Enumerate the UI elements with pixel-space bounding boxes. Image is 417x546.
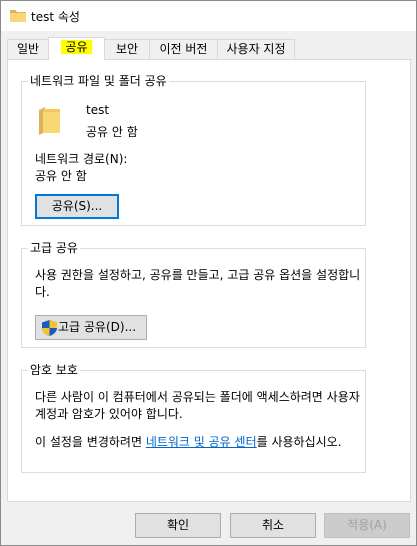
advanced-share-description-1: 사용 권한을 설정하고, 공유를 만들고, 고급 공유 옵션을 설정합니 (35, 268, 361, 282)
folder-icon (39, 107, 60, 135)
tab-sharing[interactable]: 공유 (48, 37, 105, 60)
network-share-group-title: 네트워크 파일 및 폴더 공유 (28, 73, 169, 89)
advanced-share-button[interactable]: 고급 공유(D)... (35, 315, 147, 340)
ok-button[interactable]: 확인 (135, 513, 221, 538)
apply-button[interactable]: 적용(A) (324, 513, 410, 538)
shield-icon (42, 320, 57, 336)
cancel-button[interactable]: 취소 (230, 513, 316, 538)
tab-general[interactable]: 일반 (7, 39, 49, 60)
advanced-share-button-label: 고급 공유(D)... (58, 320, 137, 334)
network-sharing-center-link[interactable]: 네트워크 및 공유 센터 (146, 435, 257, 449)
tab-sharing-label: 공유 (61, 40, 92, 54)
network-path-value: 공유 안 함 (35, 169, 87, 183)
network-path-label: 네트워크 경로(N): (35, 152, 128, 166)
title-bar[interactable]: test 속성 (1, 1, 416, 31)
advanced-share-description-2: 다. (35, 285, 50, 299)
tab-panel-sharing: 네트워크 파일 및 폴더 공유 test 공유 안 함 네트워크 경로(N): … (7, 59, 411, 502)
network-share-group: 네트워크 파일 및 폴더 공유 test 공유 안 함 네트워크 경로(N): … (21, 73, 366, 226)
password-protection-text-3: 이 설정을 변경하려면 네트워크 및 공유 센터를 사용하십시오. (35, 435, 342, 449)
share-button[interactable]: 공유(S)... (35, 194, 119, 219)
password-protection-text-2: 계정과 암호가 있어야 합니다. (35, 407, 183, 421)
properties-window: test 속성 일반 공유 보안 이전 버전 사용자 지정 네트워크 파일 및 … (0, 0, 417, 546)
tab-customize[interactable]: 사용자 지정 (217, 39, 295, 60)
password-protection-group-title: 암호 보호 (28, 362, 80, 378)
tab-previous-versions[interactable]: 이전 버전 (149, 39, 218, 60)
advanced-share-group: 고급 공유 사용 권한을 설정하고, 공유를 만들고, 고급 공유 옵션을 설정… (21, 240, 366, 348)
tab-security[interactable]: 보안 (104, 39, 150, 60)
folder-icon (10, 10, 26, 22)
folder-name: test (86, 103, 110, 117)
password-protection-text-1: 다른 사람이 이 컴퓨터에서 공유되는 폴더에 액세스하려면 사용자 (35, 390, 360, 404)
window-title: test 속성 (31, 10, 80, 24)
folder-share-status: 공유 안 함 (86, 125, 138, 139)
password-protection-group: 암호 보호 다른 사람이 이 컴퓨터에서 공유되는 폴더에 액세스하려면 사용자… (21, 362, 366, 473)
advanced-share-group-title: 고급 공유 (28, 240, 80, 256)
